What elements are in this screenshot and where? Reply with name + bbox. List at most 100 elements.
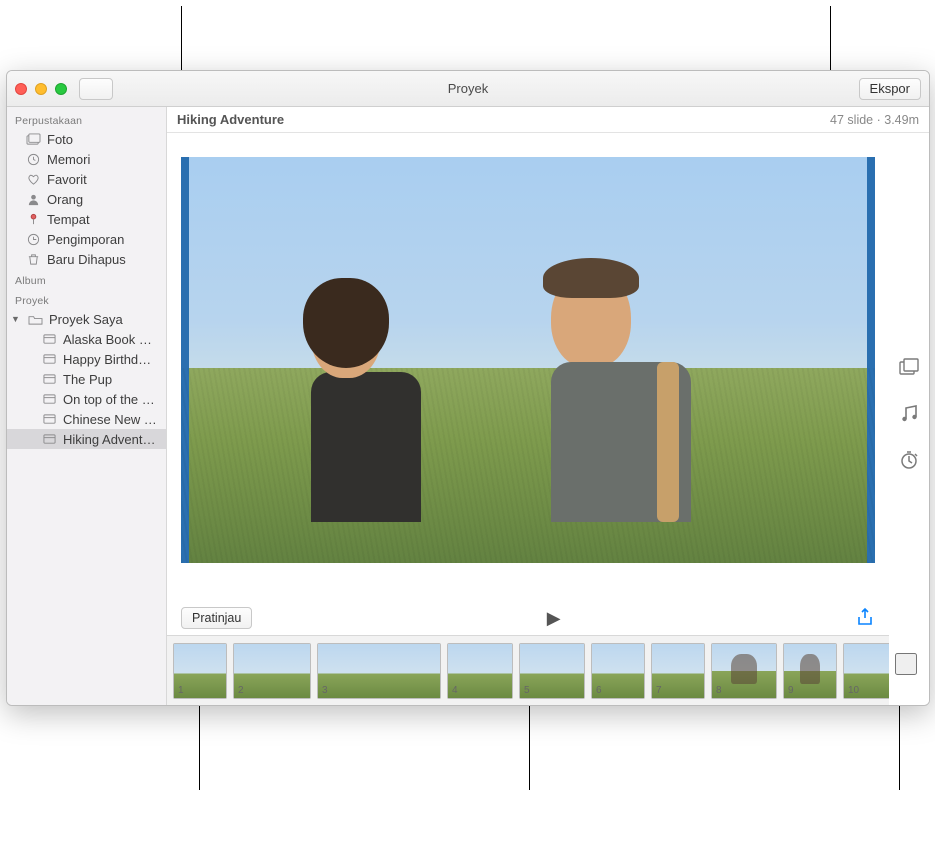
export-button[interactable]: Ekspor	[859, 78, 921, 100]
sidebar-item-favorites[interactable]: Favorit	[7, 169, 166, 189]
slide-count: 47 slide	[830, 113, 873, 127]
heart-icon	[25, 172, 41, 186]
music-icon	[898, 404, 920, 427]
sidebar-item-label: Baru Dihapus	[47, 252, 126, 267]
filmstrip-thumb[interactable]: 1	[173, 643, 227, 699]
minimize-window-button[interactable]	[35, 83, 47, 95]
slideshow-icon	[41, 432, 57, 446]
sidebar-item-label: Alaska Book Proj…	[63, 332, 158, 347]
person-icon	[25, 192, 41, 206]
sidebar-item-label: Tempat	[47, 212, 90, 227]
sidebar-item-memories[interactable]: Memori	[7, 149, 166, 169]
sidebar: Perpustakaan Foto Memori Favorit Orang	[7, 107, 167, 705]
filmstrip-thumb[interactable]: 10	[843, 643, 889, 699]
project-meta: 47 slide · 3.49m	[830, 113, 919, 127]
sidebar-item-label: Foto	[47, 132, 73, 147]
slideshow-icon	[41, 372, 57, 386]
sidebar-project-item[interactable]: The Pup	[7, 369, 166, 389]
zoom-window-button[interactable]	[55, 83, 67, 95]
sidebar-project-item[interactable]: Hiking Adventure	[7, 429, 166, 449]
clock-icon	[25, 152, 41, 166]
filmstrip-thumb[interactable]: 2	[233, 643, 311, 699]
back-button[interactable]	[79, 78, 113, 100]
filmstrip-thumb[interactable]: 9	[783, 643, 837, 699]
sidebar-project-item[interactable]: Alaska Book Proj…	[7, 329, 166, 349]
photo-content	[181, 368, 875, 563]
thumb-number: 1	[178, 685, 184, 696]
thumb-number: 5	[524, 685, 530, 696]
stopwatch-icon	[898, 450, 920, 473]
sidebar-item-label: Hiking Adventure	[63, 432, 158, 447]
thumb-number: 8	[716, 685, 722, 696]
filmstrip-thumb[interactable]: 5	[519, 643, 585, 699]
preview-button[interactable]: Pratinjau	[181, 607, 252, 629]
add-slide-button[interactable]	[895, 653, 917, 675]
slide-preview-area	[167, 133, 889, 601]
slide-preview[interactable]	[181, 157, 875, 563]
play-button[interactable]: ▶	[547, 608, 561, 629]
sidebar-item-label: Proyek Saya	[49, 312, 123, 327]
photo-stack-icon	[25, 132, 41, 146]
sidebar-item-label: Favorit	[47, 172, 87, 187]
sidebar-project-item[interactable]: Happy Birthday…	[7, 349, 166, 369]
playback-controls: Pratinjau ▶	[167, 601, 889, 635]
slideshow-icon	[41, 352, 57, 366]
sidebar-item-label: The Pup	[63, 372, 112, 387]
filmstrip-thumb[interactable]: 6	[591, 643, 645, 699]
sidebar-item-photos[interactable]: Foto	[7, 129, 166, 149]
sidebar-item-people[interactable]: Orang	[7, 189, 166, 209]
disclosure-triangle-icon[interactable]: ▼	[11, 314, 21, 324]
sidebar-section-album: Album	[7, 269, 166, 289]
photo-content	[551, 268, 691, 522]
sidebar-item-my-projects[interactable]: ▼ Proyek Saya	[7, 309, 166, 329]
thumb-number: 10	[848, 685, 859, 696]
slideshow-icon	[41, 392, 57, 406]
sidebar-section-projects: Proyek	[7, 289, 166, 309]
sidebar-section-library: Perpustakaan	[7, 109, 166, 129]
thumb-number: 3	[322, 685, 328, 696]
project-header: Hiking Adventure 47 slide · 3.49m	[167, 107, 929, 133]
sidebar-project-item[interactable]: On top of the W…	[7, 389, 166, 409]
sidebar-item-places[interactable]: Tempat	[7, 209, 166, 229]
filmstrip-thumb[interactable]: 8	[711, 643, 777, 699]
music-button[interactable]	[895, 403, 923, 427]
app-window: Proyek Ekspor Perpustakaan Foto Memori F…	[6, 70, 930, 706]
slideshow-icon	[41, 412, 57, 426]
preview-button-label: Pratinjau	[192, 611, 241, 625]
sidebar-item-label: On top of the W…	[63, 392, 158, 407]
filmstrip[interactable]: 1 2 3 4 5 6 7 8 9 10	[167, 635, 889, 705]
filmstrip-thumb[interactable]: 7	[651, 643, 705, 699]
project-duration: 3.49m	[884, 113, 919, 127]
project-title: Hiking Adventure	[177, 112, 284, 127]
pin-icon	[25, 212, 41, 226]
filmstrip-thumb[interactable]: 4	[447, 643, 513, 699]
export-button-label: Ekspor	[870, 81, 910, 96]
sidebar-item-label: Memori	[47, 152, 90, 167]
sidebar-project-item[interactable]: Chinese New Year	[7, 409, 166, 429]
thumb-number: 4	[452, 685, 458, 696]
window-controls	[15, 83, 67, 95]
titlebar: Proyek Ekspor	[7, 71, 929, 107]
history-icon	[25, 232, 41, 246]
theme-icon	[898, 358, 920, 381]
main-content: Hiking Adventure 47 slide · 3.49m	[167, 107, 929, 705]
theme-button[interactable]	[895, 357, 923, 381]
thumb-number: 7	[656, 685, 662, 696]
sidebar-item-label: Happy Birthday…	[63, 352, 158, 367]
duration-button[interactable]	[895, 449, 923, 473]
window-title: Proyek	[7, 81, 929, 96]
folder-icon	[27, 312, 43, 326]
thumb-number: 9	[788, 685, 794, 696]
photo-content	[311, 288, 421, 522]
thumb-number: 2	[238, 685, 244, 696]
play-icon: ▶	[547, 608, 561, 628]
filmstrip-thumb[interactable]: 3	[317, 643, 441, 699]
thumb-number: 6	[596, 685, 602, 696]
sidebar-item-imports[interactable]: Pengimporan	[7, 229, 166, 249]
sidebar-item-label: Pengimporan	[47, 232, 124, 247]
share-button[interactable]	[855, 607, 875, 630]
sidebar-item-label: Orang	[47, 192, 83, 207]
close-window-button[interactable]	[15, 83, 27, 95]
sidebar-item-trash[interactable]: Baru Dihapus	[7, 249, 166, 269]
sidebar-item-label: Chinese New Year	[63, 412, 158, 427]
